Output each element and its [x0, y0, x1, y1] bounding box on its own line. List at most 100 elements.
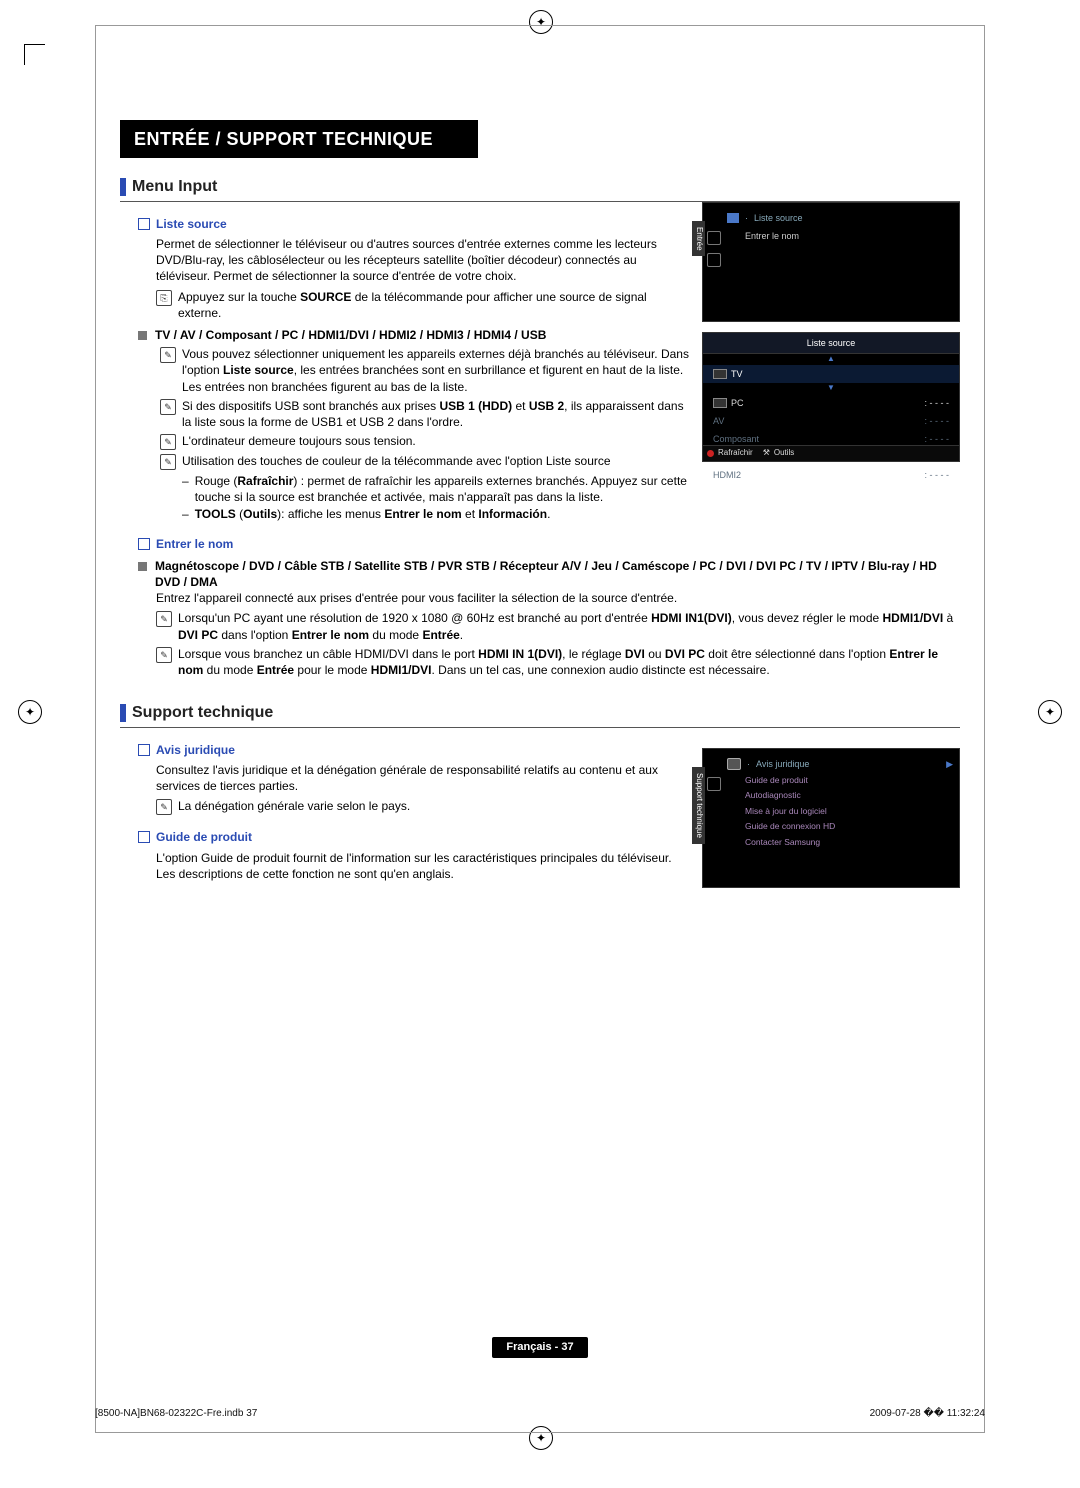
paragraph: Entrez l'appareil connecté aux prises d'…	[156, 590, 960, 606]
osd-row: · Avis juridique ▶	[727, 755, 953, 773]
device-list-heading: TV / AV / Composant / PC / HDMI1/DVI / H…	[138, 327, 690, 343]
paragraph: Consultez l'avis juridique et la dénégat…	[156, 762, 690, 794]
dash-text: TOOLS (Outils): affiche les menus Entrer…	[195, 506, 551, 522]
note-icon: ✎	[160, 399, 176, 415]
checkbox-icon	[138, 831, 150, 843]
arrow-up-icon: ▲	[703, 354, 959, 365]
registration-mark-icon	[529, 10, 553, 34]
label-text: Liste source	[156, 216, 227, 232]
arrow-down-icon: ▼	[703, 383, 959, 394]
osd-row-disabled: HDMI2: - - - -	[703, 466, 959, 484]
tools-icon: ⚒	[763, 448, 770, 459]
support-row: Avis juridique Consultez l'avis juridiqu…	[120, 728, 960, 898]
note-text: Si des dispositifs USB sont branchés aux…	[182, 398, 690, 430]
device-list-label: Magnétoscope / DVD / Câble STB / Satelli…	[155, 558, 960, 590]
osd-sub-row: Guide de connexion HD	[727, 819, 953, 834]
item-guide-produit: Guide de produit L'option Guide de produ…	[120, 829, 690, 882]
osd-tab-label: Entrée	[692, 221, 705, 257]
menu-input-row: Liste source Permet de sélectionner le t…	[120, 202, 960, 522]
item-label: Avis juridique	[138, 742, 690, 758]
section-heading: Menu Input	[132, 176, 217, 198]
item-entrer-le-nom: Entrer le nom Magnétoscope / DVD / Câble…	[120, 536, 960, 679]
osd-liste-source: Liste source ▲ TV ▼ PC : - - - - AV: - -…	[702, 332, 960, 462]
print-metadata: [8500-NA]BN68-02322C-Fre.indb 37 2009-07…	[95, 1407, 985, 1421]
note-row: ✎ La dénégation générale varie selon le …	[138, 798, 690, 815]
page-content: ENTRÉE / SUPPORT TECHNIQUE Menu Input Li…	[120, 120, 960, 898]
body-text: L'option Guide de produit fournit de l'i…	[138, 850, 690, 882]
note-text: L'ordinateur demeure toujours sous tensi…	[182, 433, 416, 450]
registration-mark-icon	[529, 1426, 553, 1450]
osd-sub-row: Guide de produit	[727, 773, 953, 788]
support-figures: Support technique · Avis juridique ▶ Gui…	[702, 728, 960, 898]
crop-mark	[24, 44, 45, 65]
menu-input-text: Liste source Permet de sélectionner le t…	[120, 202, 690, 522]
note-text: La dénégation générale varie selon le pa…	[178, 798, 410, 815]
osd-row: · Liste source	[727, 209, 953, 227]
body-text: Entrez l'appareil connecté aux prises d'…	[138, 590, 960, 606]
note-text: Lorsqu'un PC ayant une résolution de 192…	[178, 610, 960, 642]
note-icon: ✎	[156, 647, 172, 663]
dash-text: Rouge (Rafraîchir) : permet de rafraîchi…	[195, 473, 690, 505]
tv-icon	[713, 369, 727, 379]
osd-row-label: Avis juridique	[756, 758, 809, 770]
item-liste-source: Liste source Permet de sélectionner le t…	[120, 216, 690, 522]
page-title: ENTRÉE / SUPPORT TECHNIQUE	[120, 120, 478, 158]
osd-row-selected: TV	[703, 365, 959, 383]
osd-footer-label: Rafraîchir	[718, 448, 753, 459]
manual-page: ENTRÉE / SUPPORT TECHNIQUE Menu Input Li…	[0, 0, 1080, 1488]
osd-row-label: TV	[731, 368, 743, 380]
osd-tab-label: Support technique	[692, 767, 705, 844]
checkbox-icon	[138, 538, 150, 550]
section-support: Support technique	[120, 702, 960, 728]
body-text: Permet de sélectionner le téléviseur ou …	[138, 236, 690, 285]
remote-icon: ⎘	[156, 290, 172, 306]
registration-mark-icon	[18, 700, 42, 724]
square-bullet-icon	[138, 562, 147, 571]
side-icon	[707, 231, 721, 245]
trim-line	[95, 25, 96, 1433]
note-text: Lorsque vous branchez un câble HDMI/DVI …	[178, 646, 960, 678]
osd-row-value: : - - - -	[925, 397, 950, 409]
section-menu-input: Menu Input	[120, 176, 960, 202]
osd-header: Liste source	[703, 333, 959, 354]
dash-row: – Rouge (Rafraîchir) : permet de rafraîc…	[138, 473, 690, 505]
item-label: Entrer le nom	[138, 536, 960, 552]
label-text: Entrer le nom	[156, 536, 233, 552]
label-text: Avis juridique	[156, 742, 235, 758]
item-avis-juridique: Avis juridique Consultez l'avis juridiqu…	[120, 742, 690, 816]
checkbox-icon	[138, 744, 150, 756]
note-text: Utilisation des touches de couleur de la…	[182, 453, 611, 470]
osd-row: Entrer le nom	[727, 227, 953, 245]
side-icon	[707, 777, 721, 791]
menu-input-figures: Entrée · Liste source Entrer le nom List…	[702, 202, 960, 472]
paragraph: Permet de sélectionner le téléviseur ou …	[156, 236, 690, 285]
trim-line	[95, 1432, 985, 1433]
support-text: Avis juridique Consultez l'avis juridiqu…	[120, 728, 690, 886]
dash-icon: –	[182, 473, 189, 505]
osd-sub-row: Mise à jour du logiciel	[727, 804, 953, 819]
osd-row: PC : - - - -	[703, 394, 959, 412]
note-text: Vous pouvez sélectionner uniquement les …	[182, 346, 690, 395]
red-dot-icon	[707, 450, 714, 457]
note-icon: ✎	[160, 347, 176, 363]
page-number-badge: Français - 37	[492, 1337, 587, 1358]
note-row: ✎ Lorsqu'un PC ayant une résolution de 1…	[138, 610, 960, 642]
page-footer: Français - 37	[0, 1337, 1080, 1358]
note-row: ✎ Utilisation des touches de couleur de …	[138, 453, 690, 470]
osd-sub-row: Contacter Samsung	[727, 835, 953, 850]
note-icon: ✎	[160, 454, 176, 470]
square-bullet-icon	[138, 331, 147, 340]
note-row: ✎ Lorsque vous branchez un câble HDMI/DV…	[138, 646, 960, 678]
body-text: Consultez l'avis juridique et la dénégat…	[138, 762, 690, 794]
label-text: Guide de produit	[156, 829, 252, 845]
osd-footer-label: Outils	[774, 448, 794, 459]
note-row: ✎ Si des dispositifs USB sont branchés a…	[138, 398, 690, 430]
doc-icon	[727, 758, 741, 770]
osd-footer: Rafraîchir ⚒ Outils	[703, 445, 959, 461]
side-icon	[707, 253, 721, 267]
note-row: ✎ Vous pouvez sélectionner uniquement le…	[138, 346, 690, 395]
osd-sub-row: Autodiagnostic	[727, 788, 953, 803]
section-bar-icon	[120, 178, 126, 196]
device-list-heading: Magnétoscope / DVD / Câble STB / Satelli…	[138, 558, 960, 590]
section-heading: Support technique	[132, 702, 273, 724]
